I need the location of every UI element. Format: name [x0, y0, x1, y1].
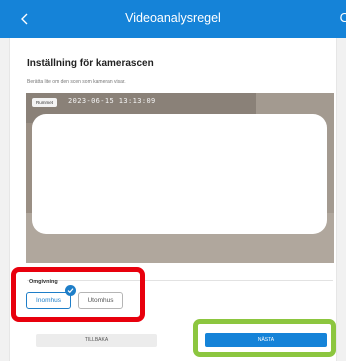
right-gutter [337, 38, 346, 361]
indoor-option[interactable]: Inomhus [26, 292, 71, 309]
camera-preview: Rummet 2023-06-15 13:13:09 [26, 93, 334, 263]
back-button[interactable]: TILLBAKA [36, 334, 157, 347]
camera-timestamp: 2023-06-15 13:13:09 [68, 97, 156, 105]
environment-label: Omgivning [29, 279, 58, 285]
header-title: Videoanalysregel [125, 11, 221, 25]
page-title: Inställning för kamerascen [27, 58, 154, 69]
header-right-glyph: C [339, 10, 346, 25]
camera-name-badge: Rummet [32, 98, 58, 107]
check-icon [65, 285, 76, 296]
left-gutter [0, 38, 9, 361]
outdoor-option[interactable]: Utomhus [78, 292, 123, 309]
next-button[interactable]: NÄSTA [205, 333, 327, 347]
page-subtitle: Berätta lite om den scen som kameran vis… [27, 79, 126, 85]
app-header: Videoanalysregel C [0, 0, 346, 38]
privacy-mask [32, 114, 327, 234]
